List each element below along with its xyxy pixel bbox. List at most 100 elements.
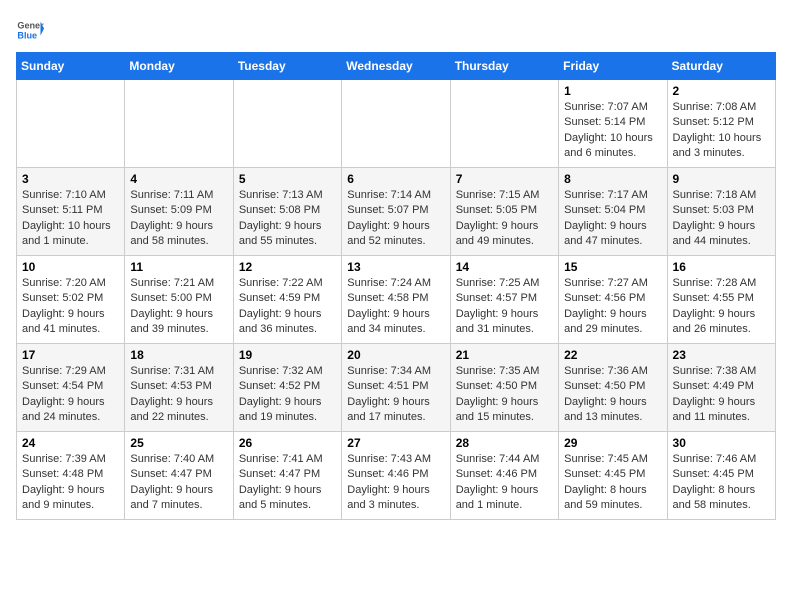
calendar-week-row: 10Sunrise: 7:20 AM Sunset: 5:02 PM Dayli… xyxy=(17,256,776,344)
calendar-day-cell: 16Sunrise: 7:28 AM Sunset: 4:55 PM Dayli… xyxy=(667,256,775,344)
day-info: Sunrise: 7:10 AM Sunset: 5:11 PM Dayligh… xyxy=(22,188,119,250)
day-info: Sunrise: 7:41 AM Sunset: 4:47 PM Dayligh… xyxy=(239,452,336,514)
day-number: 18 xyxy=(130,348,227,362)
calendar-day-cell: 30Sunrise: 7:46 AM Sunset: 4:45 PM Dayli… xyxy=(667,432,775,520)
calendar-day-cell: 6 Sunrise: 7:14 AM Sunset: 5:07 PM Daylig… xyxy=(342,168,450,256)
day-number: 7 xyxy=(456,172,553,186)
calendar-day-cell xyxy=(125,80,233,168)
day-info: Sunrise: 7:46 AM Sunset: 4:45 PM Dayligh… xyxy=(673,452,770,514)
day-number: 9 xyxy=(673,172,770,186)
weekday-header-monday: Monday xyxy=(125,53,233,80)
calendar-week-row: 24 Sunrise: 7:39 AM Sunset: 4:48 PM Dayli… xyxy=(17,432,776,520)
day-info: Sunrise: 7:21 AM Sunset: 5:00 PM Dayligh… xyxy=(130,276,227,338)
day-info: Sunrise: 7:17 AM Sunset: 5:04 PM Dayligh… xyxy=(564,188,661,250)
calendar-day-cell: 13 Sunrise: 7:24 AM Sunset: 4:58 PM Dayli… xyxy=(342,256,450,344)
calendar-day-cell: 27 Sunrise: 7:43 AM Sunset: 4:46 PM Dayli… xyxy=(342,432,450,520)
day-info: Sunrise: 7:35 AM Sunset: 4:50 PM Dayligh… xyxy=(456,364,553,426)
calendar-day-cell: 24 Sunrise: 7:39 AM Sunset: 4:48 PM Dayli… xyxy=(17,432,125,520)
day-info: Sunrise: 7:36 AM Sunset: 4:50 PM Dayligh… xyxy=(564,364,661,426)
day-number: 25 xyxy=(130,436,227,450)
day-number: 16 xyxy=(673,260,770,274)
day-number: 1 xyxy=(564,84,661,98)
day-number: 20 xyxy=(347,348,444,362)
day-info: Sunrise: 7:24 AM Sunset: 4:58 PM Dayligh… xyxy=(347,276,444,338)
day-info: Sunrise: 7:13 AM Sunset: 5:08 PM Dayligh… xyxy=(239,188,336,250)
day-info: Sunrise: 7:44 AM Sunset: 4:46 PM Dayligh… xyxy=(456,452,553,514)
day-number: 14 xyxy=(456,260,553,274)
calendar-day-cell xyxy=(342,80,450,168)
day-number: 13 xyxy=(347,260,444,274)
calendar-table: SundayMondayTuesdayWednesdayThursdayFrid… xyxy=(16,52,776,520)
weekday-header-friday: Friday xyxy=(559,53,667,80)
day-number: 11 xyxy=(130,260,227,274)
day-info: Sunrise: 7:45 AM Sunset: 4:45 PM Dayligh… xyxy=(564,452,661,514)
calendar-day-cell: 20 Sunrise: 7:34 AM Sunset: 4:51 PM Dayli… xyxy=(342,344,450,432)
calendar-day-cell: 26 Sunrise: 7:41 AM Sunset: 4:47 PM Dayli… xyxy=(233,432,341,520)
day-info: Sunrise: 7:25 AM Sunset: 4:57 PM Dayligh… xyxy=(456,276,553,338)
day-info: Sunrise: 7:27 AM Sunset: 4:56 PM Dayligh… xyxy=(564,276,661,338)
calendar-day-cell: 12 Sunrise: 7:22 AM Sunset: 4:59 PM Dayli… xyxy=(233,256,341,344)
calendar-day-cell: 18 Sunrise: 7:31 AM Sunset: 4:53 PM Dayli… xyxy=(125,344,233,432)
calendar-day-cell: 4 Sunrise: 7:11 AM Sunset: 5:09 PM Daylig… xyxy=(125,168,233,256)
weekday-header-thursday: Thursday xyxy=(450,53,558,80)
day-number: 8 xyxy=(564,172,661,186)
calendar-day-cell: 3 Sunrise: 7:10 AM Sunset: 5:11 PM Daylig… xyxy=(17,168,125,256)
day-number: 27 xyxy=(347,436,444,450)
calendar-week-row: 3 Sunrise: 7:10 AM Sunset: 5:11 PM Daylig… xyxy=(17,168,776,256)
calendar-day-cell: 29 Sunrise: 7:45 AM Sunset: 4:45 PM Dayli… xyxy=(559,432,667,520)
day-info: Sunrise: 7:29 AM Sunset: 4:54 PM Dayligh… xyxy=(22,364,119,426)
day-info: Sunrise: 7:22 AM Sunset: 4:59 PM Dayligh… xyxy=(239,276,336,338)
calendar-day-cell: 9 Sunrise: 7:18 AM Sunset: 5:03 PM Daylig… xyxy=(667,168,775,256)
day-info: Sunrise: 7:40 AM Sunset: 4:47 PM Dayligh… xyxy=(130,452,227,514)
day-info: Sunrise: 7:15 AM Sunset: 5:05 PM Dayligh… xyxy=(456,188,553,250)
weekday-header-wednesday: Wednesday xyxy=(342,53,450,80)
weekday-header-row: SundayMondayTuesdayWednesdayThursdayFrid… xyxy=(17,53,776,80)
day-info: Sunrise: 7:11 AM Sunset: 5:09 PM Dayligh… xyxy=(130,188,227,250)
calendar-day-cell: 14 Sunrise: 7:25 AM Sunset: 4:57 PM Dayli… xyxy=(450,256,558,344)
calendar-day-cell: 7 Sunrise: 7:15 AM Sunset: 5:05 PM Daylig… xyxy=(450,168,558,256)
calendar-day-cell xyxy=(450,80,558,168)
weekday-header-sunday: Sunday xyxy=(17,53,125,80)
calendar-day-cell: 17Sunrise: 7:29 AM Sunset: 4:54 PM Dayli… xyxy=(17,344,125,432)
calendar-day-cell: 19 Sunrise: 7:32 AM Sunset: 4:52 PM Dayli… xyxy=(233,344,341,432)
day-number: 3 xyxy=(22,172,119,186)
calendar-day-cell xyxy=(233,80,341,168)
day-info: Sunrise: 7:43 AM Sunset: 4:46 PM Dayligh… xyxy=(347,452,444,514)
day-number: 15 xyxy=(564,260,661,274)
calendar-week-row: 17Sunrise: 7:29 AM Sunset: 4:54 PM Dayli… xyxy=(17,344,776,432)
day-number: 29 xyxy=(564,436,661,450)
svg-text:Blue: Blue xyxy=(17,30,37,40)
calendar-week-row: 1Sunrise: 7:07 AM Sunset: 5:14 PM Daylig… xyxy=(17,80,776,168)
calendar-day-cell: 10Sunrise: 7:20 AM Sunset: 5:02 PM Dayli… xyxy=(17,256,125,344)
day-number: 24 xyxy=(22,436,119,450)
day-info: Sunrise: 7:34 AM Sunset: 4:51 PM Dayligh… xyxy=(347,364,444,426)
calendar-day-cell: 21 Sunrise: 7:35 AM Sunset: 4:50 PM Dayli… xyxy=(450,344,558,432)
calendar-day-cell: 1Sunrise: 7:07 AM Sunset: 5:14 PM Daylig… xyxy=(559,80,667,168)
day-info: Sunrise: 7:31 AM Sunset: 4:53 PM Dayligh… xyxy=(130,364,227,426)
day-number: 2 xyxy=(673,84,770,98)
day-number: 12 xyxy=(239,260,336,274)
weekday-header-tuesday: Tuesday xyxy=(233,53,341,80)
calendar-day-cell: 8 Sunrise: 7:17 AM Sunset: 5:04 PM Daylig… xyxy=(559,168,667,256)
day-info: Sunrise: 7:14 AM Sunset: 5:07 PM Dayligh… xyxy=(347,188,444,250)
day-info: Sunrise: 7:08 AM Sunset: 5:12 PM Dayligh… xyxy=(673,100,770,162)
day-number: 26 xyxy=(239,436,336,450)
day-number: 10 xyxy=(22,260,119,274)
day-number: 6 xyxy=(347,172,444,186)
day-number: 21 xyxy=(456,348,553,362)
svg-text:General: General xyxy=(17,21,44,31)
calendar-day-cell: 2 Sunrise: 7:08 AM Sunset: 5:12 PM Daylig… xyxy=(667,80,775,168)
page-header: General Blue xyxy=(16,16,776,44)
day-info: Sunrise: 7:38 AM Sunset: 4:49 PM Dayligh… xyxy=(673,364,770,426)
day-number: 19 xyxy=(239,348,336,362)
weekday-header-saturday: Saturday xyxy=(667,53,775,80)
day-info: Sunrise: 7:32 AM Sunset: 4:52 PM Dayligh… xyxy=(239,364,336,426)
day-info: Sunrise: 7:39 AM Sunset: 4:48 PM Dayligh… xyxy=(22,452,119,514)
calendar-day-cell: 22Sunrise: 7:36 AM Sunset: 4:50 PM Dayli… xyxy=(559,344,667,432)
day-number: 4 xyxy=(130,172,227,186)
calendar-day-cell: 23Sunrise: 7:38 AM Sunset: 4:49 PM Dayli… xyxy=(667,344,775,432)
calendar-day-cell xyxy=(17,80,125,168)
day-number: 5 xyxy=(239,172,336,186)
day-info: Sunrise: 7:18 AM Sunset: 5:03 PM Dayligh… xyxy=(673,188,770,250)
calendar-day-cell: 28Sunrise: 7:44 AM Sunset: 4:46 PM Dayli… xyxy=(450,432,558,520)
